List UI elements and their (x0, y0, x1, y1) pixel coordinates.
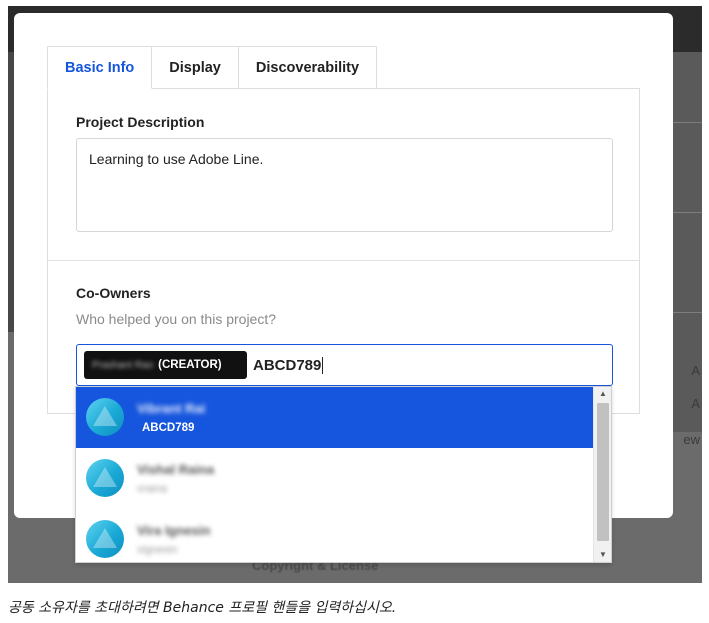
background-divider (670, 212, 702, 213)
creator-name: Prashant Rao (92, 359, 154, 371)
avatar (86, 520, 124, 558)
basic-info-panel: Project Description Learning to use Adob… (47, 88, 640, 414)
scroll-down-icon[interactable]: ▼ (594, 548, 611, 562)
co-owners-typed-text: ABCD789 (253, 356, 322, 374)
scroll-thumb[interactable] (597, 403, 609, 541)
co-owners-input[interactable]: Prashant Rao (CREATOR) ABCD789 (76, 344, 613, 386)
avatar (86, 398, 124, 436)
section-divider (48, 260, 639, 261)
tab-bar: Basic Info Display Discoverability (47, 46, 378, 89)
suggestion-item[interactable]: Vibrant Rai ABCD789 (76, 387, 594, 448)
background-divider (670, 122, 702, 123)
suggestion-item[interactable]: Vishal Raina vraina (76, 448, 594, 509)
co-owners-label: Co-Owners (76, 285, 151, 301)
background-text: A (691, 396, 700, 411)
background-divider (670, 312, 702, 313)
tab-discoverability[interactable]: Discoverability (238, 46, 378, 89)
suggestion-handle: vraina (137, 483, 167, 495)
background-text: A (691, 363, 700, 378)
project-description-field[interactable]: Learning to use Adobe Line. (76, 138, 613, 232)
project-description-label: Project Description (76, 114, 205, 130)
suggestion-name: Vira Ignesin (137, 523, 211, 538)
project-description-value: Learning to use Adobe Line. (89, 151, 264, 167)
tab-basic-info[interactable]: Basic Info (47, 46, 153, 89)
text-caret (322, 356, 324, 374)
avatar (86, 459, 124, 497)
creator-chip: Prashant Rao (CREATOR) (84, 351, 247, 379)
creator-role: (CREATOR) (158, 359, 222, 371)
suggestion-handle: vignesin (137, 544, 178, 556)
suggestion-name: Vibrant Rai (137, 401, 206, 416)
background-right-panel: A A ew (670, 52, 702, 447)
background-text: ew (683, 432, 700, 447)
co-owners-hint: Who helped you on this project? (76, 311, 277, 327)
figure-caption: 공동 소유자를 초대하려면 Behance 프로필 핸들을 입력하십시오. (8, 600, 397, 616)
suggestion-handle: ABCD789 (142, 422, 195, 434)
tab-display[interactable]: Display (152, 46, 239, 89)
dropdown-scrollbar[interactable]: ▲ ▼ (593, 387, 611, 562)
suggestion-item[interactable]: Vira Ignesin vignesin (76, 509, 594, 562)
suggestion-name: Vishal Raina (137, 462, 215, 477)
co-owner-suggestions: Vibrant Rai ABCD789 Vishal Raina vraina … (75, 386, 612, 563)
scroll-up-icon[interactable]: ▲ (594, 387, 611, 401)
